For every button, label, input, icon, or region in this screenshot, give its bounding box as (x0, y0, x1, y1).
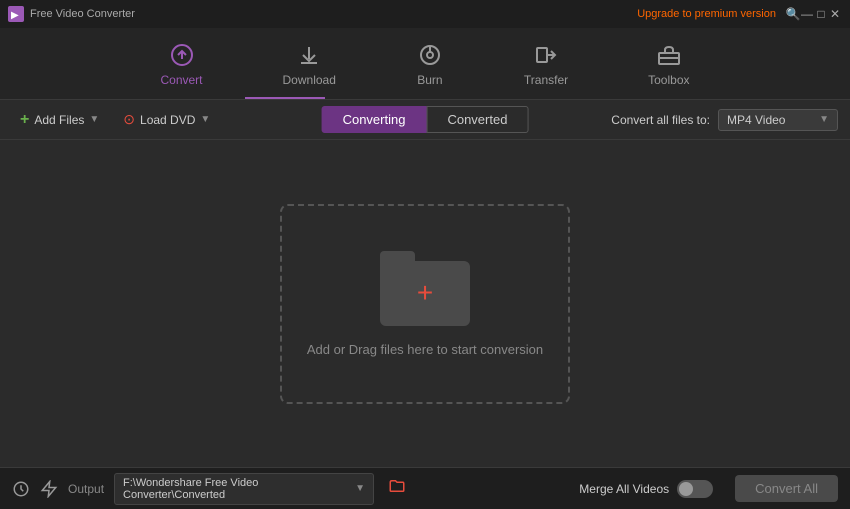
minimize-button[interactable]: — (800, 7, 814, 21)
load-dvd-arrow: ▼ (200, 114, 210, 125)
convert-all-label: Convert all files to: (611, 113, 710, 127)
folder-plus-icon: + (417, 277, 433, 309)
output-arrow: ▼ (355, 483, 365, 494)
folder-icon: + (380, 251, 470, 326)
search-button[interactable]: 🔍 (786, 7, 800, 21)
toolbar-inner: + Add Files ▼ ⊙ Load DVD ▼ Converting Co… (12, 107, 838, 133)
nav-item-transfer[interactable]: Transfer (514, 35, 578, 93)
toolbox-icon (655, 41, 683, 69)
open-folder-button[interactable] (388, 477, 406, 500)
speed-button[interactable] (40, 480, 58, 498)
titlebar: ▶ Free Video Converter Upgrade to premiu… (0, 0, 850, 28)
add-files-label: Add Files (34, 113, 84, 127)
burn-icon (416, 41, 444, 69)
load-dvd-label: Load DVD (140, 113, 195, 127)
nav-item-burn[interactable]: Burn (406, 35, 454, 93)
output-path[interactable]: F:\Wondershare Free Video Converter\Conv… (114, 473, 374, 505)
convert-all-section: Convert all files to: MP4 Video ▼ (611, 109, 838, 131)
toolbar: + Add Files ▼ ⊙ Load DVD ▼ Converting Co… (0, 100, 850, 140)
format-value: MP4 Video (727, 113, 785, 127)
statusbar: Output F:\Wondershare Free Video Convert… (0, 467, 850, 509)
converting-tab[interactable]: Converting (322, 106, 427, 133)
nav-label-download: Download (283, 73, 336, 87)
format-dropdown[interactable]: MP4 Video ▼ (718, 109, 838, 131)
upgrade-link[interactable]: Upgrade to premium version (637, 8, 776, 20)
tab-section: Converting Converted (322, 106, 529, 133)
main-content: + Add or Drag files here to start conver… (0, 140, 850, 467)
titlebar-right-section: Upgrade to premium version 🔍 — □ ✕ (637, 7, 842, 21)
nav-item-download[interactable]: Download (273, 35, 346, 93)
maximize-button[interactable]: □ (814, 7, 828, 21)
add-files-arrow: ▼ (89, 114, 99, 125)
format-arrow: ▼ (819, 114, 829, 125)
add-files-button[interactable]: + Add Files ▼ (12, 107, 107, 133)
app-icon: ▶ (8, 6, 24, 22)
nav-label-convert: Convert (160, 73, 202, 87)
convert-icon (168, 41, 196, 69)
output-path-text: F:\Wondershare Free Video Converter\Conv… (123, 477, 355, 501)
converted-tab[interactable]: Converted (426, 106, 528, 133)
navbar: Convert Download Burn (0, 28, 850, 100)
nav-label-toolbox: Toolbox (648, 73, 689, 87)
drop-text: Add or Drag files here to start conversi… (307, 342, 543, 357)
drop-zone[interactable]: + Add or Drag files here to start conver… (280, 204, 570, 404)
history-button[interactable] (12, 480, 30, 498)
titlebar-left: ▶ Free Video Converter (8, 6, 135, 22)
folder-body: + (380, 261, 470, 326)
transfer-icon (532, 41, 560, 69)
dvd-icon: ⊙ (123, 111, 135, 128)
toggle-knob (679, 482, 693, 496)
output-label: Output (68, 482, 104, 496)
merge-toggle[interactable] (677, 480, 713, 498)
merge-section: Merge All Videos (579, 480, 713, 498)
app-title: Free Video Converter (30, 8, 135, 20)
merge-label: Merge All Videos (579, 482, 669, 496)
plus-icon: + (20, 111, 29, 129)
nav-label-transfer: Transfer (524, 73, 568, 87)
close-button[interactable]: ✕ (828, 7, 842, 21)
nav-item-toolbox[interactable]: Toolbox (638, 35, 699, 93)
load-dvd-button[interactable]: ⊙ Load DVD ▼ (115, 107, 218, 132)
convert-all-button[interactable]: Convert All (735, 475, 838, 502)
nav-item-convert[interactable]: Convert (150, 35, 212, 93)
download-icon (295, 41, 323, 69)
nav-label-burn: Burn (417, 73, 442, 87)
svg-text:▶: ▶ (11, 10, 19, 21)
